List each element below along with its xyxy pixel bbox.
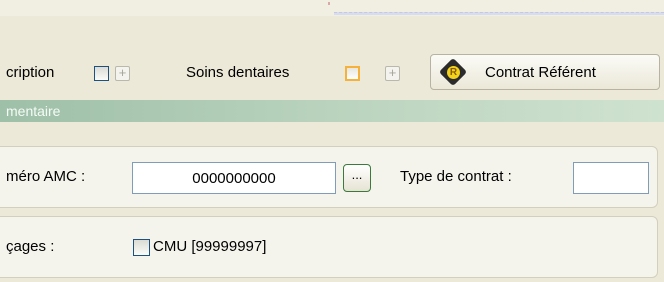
inscription-expand-button[interactable]: + [115, 66, 130, 81]
inscription-label: cription [6, 64, 55, 81]
soins-dentaires-expand-button[interactable]: + [385, 66, 400, 81]
numero-amc-label: méro AMC : [6, 168, 86, 185]
soins-dentaires-checkbox[interactable] [345, 66, 360, 81]
type-contrat-label: Type de contrat : [400, 168, 512, 185]
contract-r-icon: R [447, 66, 460, 79]
numero-amc-input[interactable] [132, 162, 336, 194]
section-title: mentaire [6, 103, 61, 119]
section-header: mentaire [0, 100, 664, 122]
soins-dentaires-label: Soins dentaires [186, 64, 290, 81]
top-strip [0, 0, 664, 16]
top-scroll-edge [334, 12, 664, 15]
cmu-label: CMU [99999997] [153, 238, 267, 255]
type-contrat-input[interactable] [573, 162, 649, 194]
inscription-checkbox[interactable] [94, 66, 109, 81]
contrat-referent-button[interactable]: R Contrat Référent [430, 54, 660, 90]
browse-amc-button[interactable]: ... [343, 164, 371, 192]
top-divider-mark [328, 2, 330, 5]
options-row: cription + Soins dentaires + R Contrat R… [0, 46, 664, 98]
aiguillages-label: çages : [6, 238, 55, 255]
aiguillage-panel [0, 216, 658, 278]
contrat-referent-label: Contrat Référent [485, 64, 596, 81]
cmu-checkbox[interactable] [133, 239, 150, 256]
